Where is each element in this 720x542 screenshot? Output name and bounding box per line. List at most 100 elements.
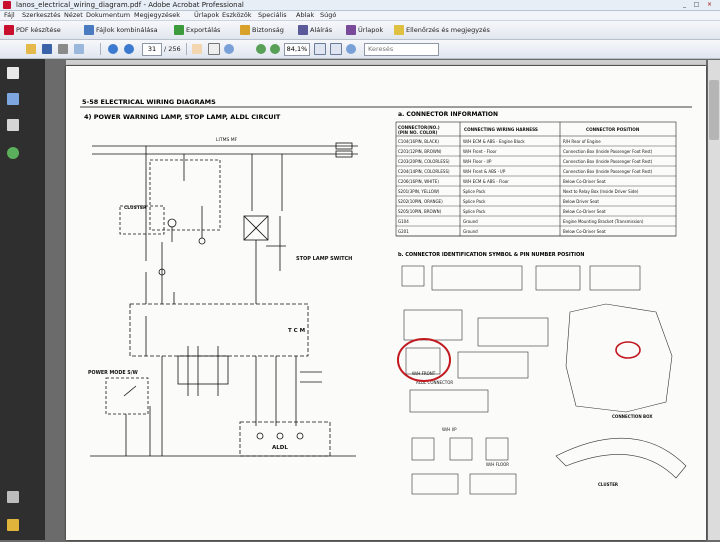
navigation-toolbar: 31 / 256 84,1% Keresés	[0, 40, 720, 59]
menu-window[interactable]: Ablak	[296, 11, 314, 20]
select-tool-button[interactable]	[208, 43, 222, 55]
email-icon	[74, 44, 84, 54]
table-cell: Ground	[463, 219, 478, 224]
print-button[interactable]	[58, 43, 70, 55]
zoom-input[interactable]: 84,1%	[284, 43, 310, 56]
fit-width-button[interactable]	[330, 43, 344, 55]
acrobat-icon	[3, 1, 11, 9]
magnifier-icon	[224, 44, 234, 54]
table-cell: C204(14PIN, COLORLESS)	[398, 169, 450, 174]
highlight-circle-connection-box	[615, 341, 641, 359]
close-button[interactable]: ×	[705, 1, 714, 8]
navigation-pane	[0, 59, 45, 540]
vertical-scrollbar[interactable]	[708, 60, 720, 540]
arrow-down-icon	[124, 44, 134, 54]
search-tool-button[interactable]	[346, 43, 358, 55]
review-comment-button[interactable]: Ellenőrzés és megjegyzés	[394, 24, 490, 36]
export-button[interactable]: Exportálás	[174, 24, 220, 36]
sign-button[interactable]: Aláírás	[298, 24, 332, 36]
save-button[interactable]	[42, 43, 54, 55]
window-title: lanos_electrical_wiring_diagram.pdf - Ad…	[16, 1, 244, 9]
prev-page-button[interactable]	[108, 43, 120, 55]
next-page-button[interactable]	[124, 43, 136, 55]
wh-ip-label: W/H I/P	[442, 427, 457, 432]
hand-tool-button[interactable]	[192, 43, 204, 55]
folder-icon	[26, 44, 36, 54]
pages-icon[interactable]	[7, 67, 19, 79]
connection-box-label: CONNECTION BOX	[612, 414, 652, 419]
menu-file[interactable]: Fájl	[4, 11, 15, 20]
cursor-icon	[208, 43, 220, 55]
horizontal-ruler	[66, 60, 706, 65]
lamp-circuit-label: LITMS MF	[216, 137, 238, 143]
pdf-icon	[4, 25, 14, 35]
create-pdf-button[interactable]: PDF készítése	[4, 24, 61, 36]
zoom-out-button[interactable]	[256, 43, 268, 55]
comments-icon[interactable]	[7, 519, 19, 531]
cluster-diagram-label: CLUSTER	[598, 482, 618, 487]
wh-floor-label: W/H FLOOR	[486, 462, 509, 467]
table-cell: S202(10PIN, ORANGE)	[398, 199, 443, 204]
lock-icon	[240, 25, 250, 35]
save-icon	[42, 44, 52, 54]
pdf-page: 5-58 ELECTRICAL WIRING DIAGRAMS 4) POWER…	[66, 66, 706, 540]
minimize-button[interactable]: _	[680, 1, 689, 8]
menu-help[interactable]: Súgó	[320, 11, 336, 20]
stop-lamp-switch-label: STOP LAMP SWITCH	[296, 256, 352, 262]
menu-tools[interactable]: Eszközök	[222, 11, 252, 20]
maximize-button[interactable]: □	[692, 1, 701, 8]
table-cell: C206(16PIN, WHITE)	[398, 179, 439, 184]
bookmarks-icon[interactable]	[7, 93, 19, 105]
aldl-label: ALDL	[272, 445, 288, 451]
table-cell: Next to Relay Box (Inside Driver Side)	[563, 189, 639, 194]
table-cell: Below Co-Driver Seat	[563, 209, 606, 214]
combine-files-button[interactable]: Fájlok kombinálása	[84, 24, 158, 36]
table-cell: W/H Front - Floor	[463, 149, 497, 154]
open-button[interactable]	[26, 43, 38, 55]
table-cell: R/H Rear of Engine	[563, 139, 601, 144]
connector-info-title: a. CONNECTOR INFORMATION	[398, 111, 498, 118]
export-icon	[174, 25, 184, 35]
task-toolbar: PDF készítése Fájlok kombinálása Exportá…	[0, 21, 720, 40]
print-icon	[58, 44, 68, 54]
table-cell: C203(20PIN, COLORLESS)	[398, 159, 450, 164]
table-cell: S205(10PIN, BROWN)	[398, 209, 442, 214]
zoom-in-button[interactable]	[270, 43, 282, 55]
table-cell: Connection Box (Inside Passenger Foot Re…	[563, 159, 653, 164]
menu-advanced[interactable]: Speciális	[258, 11, 287, 20]
menu-edit[interactable]: Szerkesztés	[22, 11, 60, 20]
title-bar: lanos_electrical_wiring_diagram.pdf - Ad…	[0, 0, 720, 11]
table-cell: Connection Box (Inside Passenger Foot Re…	[563, 149, 653, 154]
wiring-diagram: 5-58 ELECTRICAL WIRING DIAGRAMS 4) POWER…	[80, 98, 692, 495]
signatures-icon[interactable]	[7, 119, 19, 131]
menu-forms[interactable]: Űrlapok	[194, 11, 219, 20]
menu-view[interactable]: Nézet	[64, 11, 83, 20]
attachment-icon[interactable]	[7, 491, 19, 503]
menu-comments[interactable]: Megjegyzések	[134, 11, 180, 20]
scroll-thumb[interactable]	[709, 80, 719, 140]
table-cell: Connection Box (Inside Passenger Foot Re…	[563, 169, 653, 174]
search-input[interactable]: Keresés	[364, 43, 439, 56]
table-cell: Splice Pack	[463, 189, 486, 194]
page-number-input[interactable]: 31	[142, 43, 162, 56]
menu-bar: Fájl Szerkesztés Nézet Dokumentum Megjeg…	[0, 11, 720, 21]
forms-button[interactable]: Űrlapok	[346, 24, 383, 36]
hand-icon	[192, 44, 202, 54]
fit-page-icon	[314, 43, 326, 55]
table-cell: G104	[398, 219, 409, 224]
fit-page-button[interactable]	[314, 43, 328, 55]
search-icon	[346, 44, 356, 54]
wh-front-label: W/H FRONT	[412, 371, 436, 376]
menu-document[interactable]: Dokumentum	[86, 11, 130, 20]
zoom-tool-button[interactable]	[224, 43, 236, 55]
zoom-in-icon	[270, 44, 280, 54]
svg-text:(PIN NO. COLOR): (PIN NO. COLOR)	[398, 130, 437, 135]
table-cell: C104(16PIN, BLACK)	[398, 139, 439, 144]
page-total-label: / 256	[164, 45, 181, 53]
table-cell: W/H ECM & ABS - Engine Block	[463, 139, 525, 144]
pen-icon	[298, 25, 308, 35]
table-cell: C201(12PIN, BROWN)	[398, 149, 442, 154]
help-icon[interactable]	[7, 147, 19, 159]
security-button[interactable]: Biztonság	[240, 24, 284, 36]
email-button[interactable]	[74, 43, 86, 55]
